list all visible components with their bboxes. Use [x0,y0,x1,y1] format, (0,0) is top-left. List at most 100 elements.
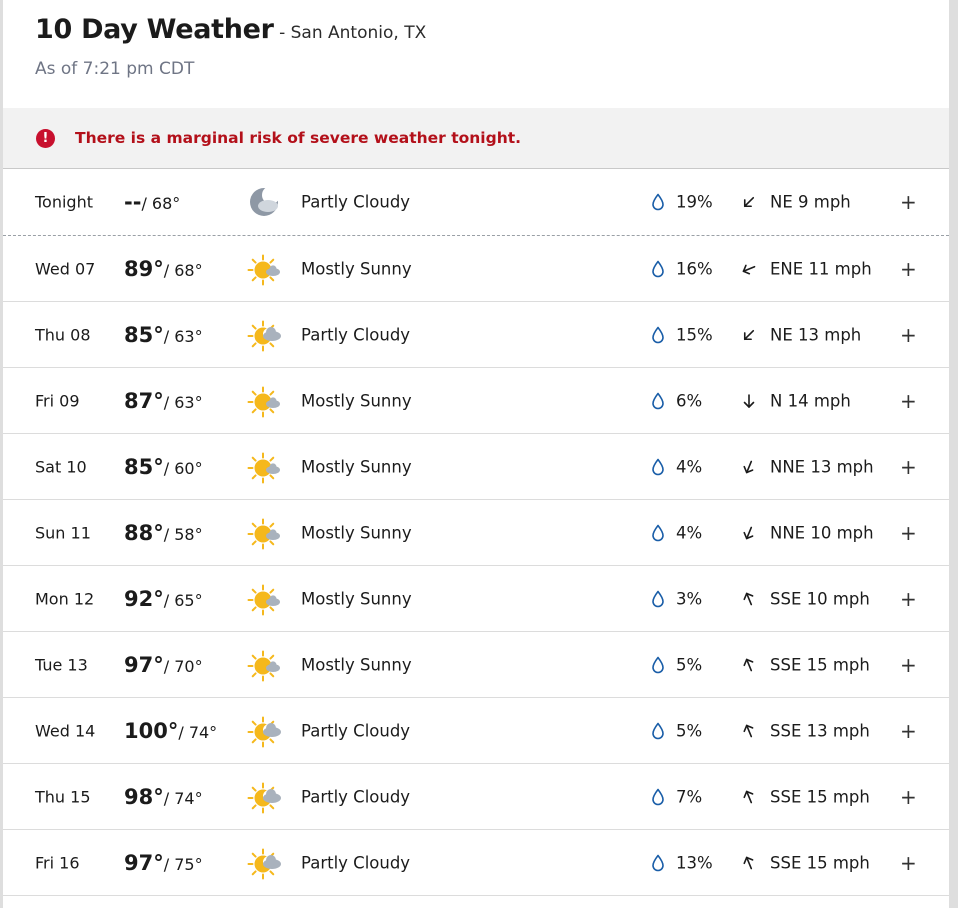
expand-button[interactable]: + [900,653,917,677]
low-temp: / 68° [163,260,203,280]
condition-label: Partly Cloudy [301,192,411,212]
temperature: 98°/ 74° [124,785,203,809]
high-temp: 85° [124,322,164,347]
severe-weather-alert[interactable]: ! There is a marginal risk of severe wea… [3,108,949,168]
weather-card: 10 Day Weather - San Antonio, TX As of 7… [3,0,949,908]
partly-cloudy-icon [246,713,282,749]
as-of-timestamp: As of 7:21 pm CDT [35,59,195,79]
forecast-row[interactable]: Tonight --/ 68° Partly Cloudy 19% NE 9 mph + [3,168,949,236]
day-label: Wed 14 [35,721,96,740]
raindrop-icon [651,656,665,674]
wind-label: SSE 13 mph [770,721,870,740]
expand-button[interactable]: + [900,587,917,611]
day-label: Fri 09 [35,391,80,410]
condition-label: Mostly Sunny [301,523,412,542]
low-temp: / 68° [141,194,181,213]
day-label: Mon 12 [35,589,95,608]
wind-label: SSE 15 mph [770,853,870,872]
temperature: 88°/ 58° [124,521,203,545]
condition-label: Partly Cloudy [301,721,411,740]
high-temp: 97° [124,850,164,875]
temperature: 100°/ 74° [124,719,217,743]
low-temp: / 74° [163,788,203,808]
expand-button[interactable]: + [900,323,917,347]
expand-button[interactable]: + [900,257,917,281]
expand-button[interactable]: + [900,455,917,479]
high-temp: -- [124,190,142,214]
forecast-row[interactable]: Mon 12 92°/ 65° Mostly Sunny 3% SSE 10 mph + [3,566,949,632]
forecast-row[interactable]: Sat 10 85°/ 60° Mostly Sunny 4% NNE 13 mph + [3,434,949,500]
forecast-row[interactable]: Tue 13 97°/ 70° Mostly Sunny 5% SSE 15 mph + [3,632,949,698]
wind-direction-icon [741,525,757,541]
page-header: 10 Day Weather - San Antonio, TX As of 7… [35,14,949,79]
precip-chance: 19% [676,192,713,212]
expand-button[interactable]: + [900,521,917,545]
low-temp: / 75° [163,854,203,874]
expand-button[interactable]: + [900,389,917,413]
raindrop-icon [651,260,665,278]
wind-direction-icon [741,194,757,210]
forecast-row[interactable]: Wed 14 100°/ 74° Partly Cloudy 5% SSE 13 mph… [3,698,949,764]
day-label: Wed 07 [35,259,96,278]
precip-chance: 13% [676,853,713,872]
forecast-row[interactable]: Fri 09 87°/ 63° Mostly Sunny 6% N 14 mph + [3,368,949,434]
mostly-sunny-icon [246,251,282,287]
wind-label: N 14 mph [770,391,851,410]
forecast-row[interactable]: Thu 15 98°/ 74° Partly Cloudy 7% SSE 15 mph + [3,764,949,830]
high-temp: 87° [124,388,164,413]
low-temp: / 74° [178,722,218,742]
high-temp: 97° [124,652,164,677]
expand-button[interactable]: + [900,719,917,743]
partly-cloudy-icon [246,845,282,881]
mostly-sunny-icon [246,581,282,617]
wind-label: NNE 13 mph [770,457,874,476]
temperature: 89°/ 68° [124,257,203,281]
partly-cloudy-icon [246,317,282,353]
condition-label: Partly Cloudy [301,325,411,344]
raindrop-icon [651,392,665,410]
alert-text: There is a marginal risk of severe weath… [75,129,522,147]
wind-direction-icon [741,855,757,871]
temperature: 85°/ 60° [124,455,203,479]
condition-label: Mostly Sunny [301,457,412,476]
raindrop-icon [651,590,665,608]
wind-direction-icon [741,459,757,475]
temperature: 92°/ 65° [124,587,203,611]
wind-label: NE 13 mph [770,325,862,344]
page-title: 10 Day Weather [35,14,274,45]
mostly-sunny-icon [246,515,282,551]
precip-chance: 4% [676,523,703,542]
wind-label: SSE 15 mph [770,787,870,806]
wind-direction-icon [741,657,757,673]
wind-label: NE 9 mph [770,192,851,212]
expand-button[interactable]: + [900,190,917,214]
forecast-list: Tonight --/ 68° Partly Cloudy 19% NE 9 mph + W… [3,168,949,896]
high-temp: 100° [124,718,179,743]
location-label: - San Antonio, TX [273,23,427,43]
condition-label: Mostly Sunny [301,655,412,674]
expand-button[interactable]: + [900,785,917,809]
condition-label: Mostly Sunny [301,589,412,608]
condition-label: Mostly Sunny [301,259,412,278]
raindrop-icon [651,524,665,542]
forecast-row[interactable]: Thu 08 85°/ 63° Partly Cloudy 15% NE 13 mph + [3,302,949,368]
temperature: 87°/ 63° [124,389,203,413]
low-temp: / 65° [163,590,203,610]
raindrop-icon [651,193,665,211]
precip-chance: 15% [676,325,713,344]
precip-chance: 5% [676,721,703,740]
exclamation-icon: ! [36,128,55,148]
forecast-row[interactable]: Wed 07 89°/ 68° Mostly Sunny 16% ENE 11 mph + [3,236,949,302]
wind-label: SSE 15 mph [770,655,870,674]
wind-direction-icon [741,393,757,409]
forecast-row[interactable]: Fri 16 97°/ 75° Partly Cloudy 13% SSE 15 mph… [3,830,949,896]
raindrop-icon [651,854,665,872]
temperature: 85°/ 63° [124,323,203,347]
wind-direction-icon [741,723,757,739]
wind-label: ENE 11 mph [770,259,872,278]
condition-label: Partly Cloudy [301,853,411,872]
expand-button[interactable]: + [900,851,917,875]
raindrop-icon [651,458,665,476]
day-label: Tonight [35,192,93,212]
forecast-row[interactable]: Sun 11 88°/ 58° Mostly Sunny 4% NNE 10 mph + [3,500,949,566]
